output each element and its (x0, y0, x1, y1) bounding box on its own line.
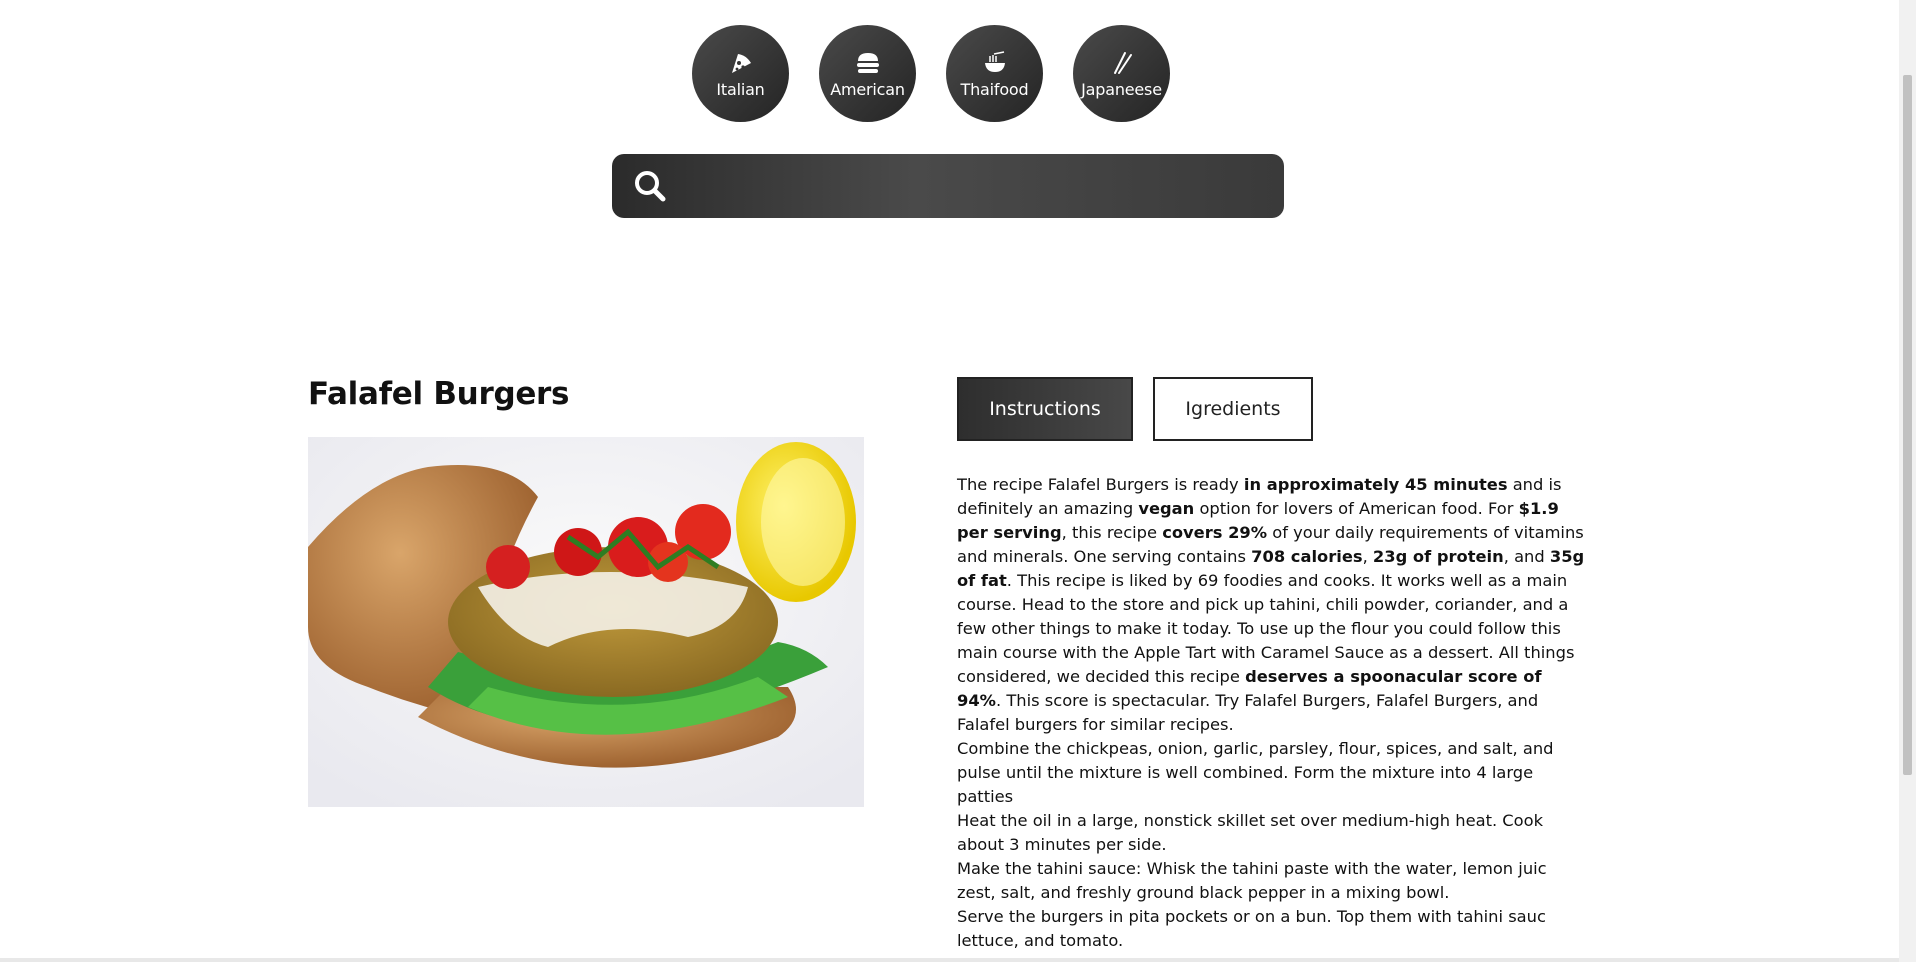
summary-highlight: covers 29% (1162, 523, 1268, 542)
instruction-step: Combine the chickpeas, onion, garlic, pa… (957, 739, 1554, 806)
search-bar (612, 153, 1284, 219)
instruction-step: Heat the oil in a large, nonstick skille… (957, 811, 1544, 854)
summary-highlight: 23g of protein (1372, 547, 1504, 566)
recipe-summary: The recipe Falafel Burgers is ready in a… (957, 473, 1587, 737)
cuisine-japaneese-button[interactable]: Japaneese (1073, 25, 1170, 122)
tab-igredients[interactable]: Igredients (1153, 377, 1313, 441)
instruction-step: Make the tahini sauce: Whisk the tahini … (957, 859, 1547, 902)
recipe-description: The recipe Falafel Burgers is ready in a… (957, 473, 1587, 953)
instruction-step: Serve the burgers in pita pockets or on … (957, 907, 1546, 950)
burger-icon (855, 48, 881, 78)
recipe-steps: Combine the chickpeas, onion, garlic, pa… (957, 737, 1587, 953)
cuisine-thaifood-button[interactable]: Thaifood (946, 25, 1043, 122)
summary-text: , (1362, 547, 1373, 566)
tab-instructions[interactable]: Instructions (957, 377, 1133, 441)
cuisine-american-button[interactable]: American (819, 25, 916, 122)
chopsticks-icon (1109, 48, 1135, 78)
recipe-image (308, 437, 864, 807)
summary-highlight: vegan (1138, 499, 1195, 518)
summary-text: The recipe Falafel Burgers is ready (957, 475, 1244, 494)
noodle-bowl-icon (982, 48, 1008, 78)
cuisine-label: Italian (716, 80, 765, 99)
summary-text: . This score is spectacular. Try Falafel… (957, 691, 1539, 734)
summary-text: option for lovers of American food. For (1194, 499, 1519, 518)
summary-text: , this recipe (1061, 523, 1163, 542)
cuisine-label: American (830, 80, 905, 99)
cuisine-italian-button[interactable]: Italian (692, 25, 789, 122)
cuisine-label: Thaifood (960, 80, 1029, 99)
recipe-tabs: Instructions Igredients (957, 377, 1313, 441)
cuisine-nav: Italian American Thaifood Japaneese (692, 25, 1176, 123)
vertical-scrollbar[interactable] (1899, 0, 1916, 962)
cuisine-label: Japaneese (1081, 80, 1162, 99)
pizza-icon (728, 48, 754, 78)
summary-text: , and (1503, 547, 1550, 566)
scrollbar-thumb[interactable] (1903, 75, 1912, 775)
summary-highlight: 708 calories (1251, 547, 1363, 566)
summary-highlight: in approximately 45 minutes (1243, 475, 1508, 494)
search-input[interactable] (670, 153, 1284, 219)
recipe-title: Falafel Burgers (308, 376, 570, 412)
search-icon[interactable] (630, 166, 670, 206)
falafel-burger-illustration (308, 437, 864, 807)
horizontal-scrollbar[interactable] (0, 958, 1899, 962)
